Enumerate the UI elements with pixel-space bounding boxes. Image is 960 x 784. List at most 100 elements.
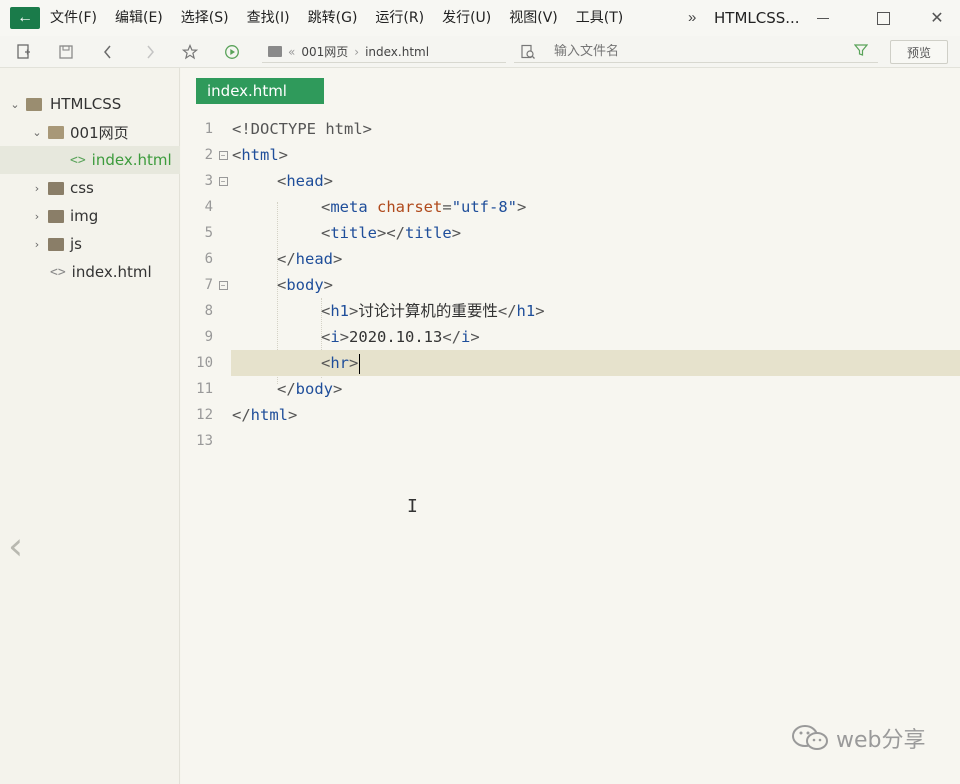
collapsed-chevron-icon[interactable]: › xyxy=(32,210,42,223)
tool-bar: « 001网页 › index.html 预览 xyxy=(0,36,960,68)
html-file-icon: <> xyxy=(70,152,86,168)
tree-item-folder-css[interactable]: › css xyxy=(0,174,180,202)
collapsed-chevron-icon[interactable]: › xyxy=(32,238,42,251)
tree-item-label: img xyxy=(70,207,99,225)
menu-bar: ← 文件(F) 编辑(E) 选择(S) 查找(I) 跳转(G) 运行(R) 发行… xyxy=(0,0,960,36)
line-number: 1 xyxy=(204,121,213,137)
double-chevron-icon[interactable]: » xyxy=(688,0,696,36)
maximize-icon xyxy=(876,11,890,25)
menu-goto[interactable]: 跳转(G) xyxy=(299,0,367,36)
tree-item-folder-img[interactable]: › img xyxy=(0,202,180,230)
line-number: 3 xyxy=(204,173,213,189)
code-line[interactable]: <h1>讨论计算机的重要性</h1> xyxy=(321,298,545,324)
tree-item-label: index.html xyxy=(91,151,172,169)
minimize-button[interactable] xyxy=(800,0,846,36)
breadcrumb-file[interactable]: index.html xyxy=(365,45,429,59)
forward-icon[interactable] xyxy=(140,42,160,62)
line-number: 6 xyxy=(204,251,213,267)
code-line[interactable]: <!DOCTYPE html> xyxy=(232,116,372,142)
project-folder-icon xyxy=(26,97,42,111)
wechat-logo-icon xyxy=(792,725,828,750)
project-sidebar: ⌄ HTMLCSS ⌄ 001网页 <> index.html › css › … xyxy=(0,68,180,784)
folder-icon xyxy=(268,46,282,57)
collapsed-chevron-icon[interactable]: › xyxy=(32,182,42,195)
breadcrumb-separator-icon: › xyxy=(354,44,360,59)
watermark-text: web分享 xyxy=(836,728,926,753)
line-number: 13 xyxy=(196,433,213,449)
menu-publish[interactable]: 发行(U) xyxy=(433,0,500,36)
menu-file[interactable]: 文件(F) xyxy=(50,0,106,36)
fold-toggle-icon[interactable]: − xyxy=(217,272,229,298)
fold-toggle-icon[interactable]: − xyxy=(217,168,229,194)
search-file-icon xyxy=(520,44,536,63)
code-line[interactable]: <body> xyxy=(277,272,333,298)
menu-view[interactable]: 视图(V) xyxy=(500,0,567,36)
tree-item-label: css xyxy=(70,179,94,197)
tree-item-label: js xyxy=(70,235,82,253)
filter-icon[interactable] xyxy=(853,43,869,60)
tree-item-file-index[interactable]: <> index.html xyxy=(0,258,180,286)
run-icon[interactable] xyxy=(222,42,242,62)
line-number: 9 xyxy=(204,329,213,345)
menu-find[interactable]: 查找(I) xyxy=(238,0,299,36)
code-line[interactable]: </html> xyxy=(232,402,297,428)
file-search xyxy=(514,41,878,63)
menu-select[interactable]: 选择(S) xyxy=(172,0,238,36)
fold-toggle-icon[interactable]: − xyxy=(217,142,229,168)
text-cursor xyxy=(359,353,361,374)
minimize-icon xyxy=(817,17,829,19)
code-line[interactable]: <meta charset="utf-8"> xyxy=(321,194,526,220)
menu-run[interactable]: 运行(R) xyxy=(366,0,433,36)
close-icon: ✕ xyxy=(930,10,944,27)
collapse-sidebar-chevron-icon[interactable]: ‹ xyxy=(8,524,23,568)
code-line[interactable]: <head> xyxy=(277,168,333,194)
main-menu: 文件(F) 编辑(E) 选择(S) 查找(I) 跳转(G) 运行(R) 发行(U… xyxy=(50,0,632,36)
breadcrumb-chevron-icon: « xyxy=(288,44,296,59)
line-number: 10 xyxy=(196,355,213,371)
menu-tools[interactable]: 工具(T) xyxy=(567,0,632,36)
file-search-input[interactable] xyxy=(554,44,834,59)
menu-edit[interactable]: 编辑(E) xyxy=(106,0,172,36)
tree-item-label: 001网页 xyxy=(70,123,129,142)
line-number: 12 xyxy=(196,407,213,423)
code-line[interactable]: <title></title> xyxy=(321,220,461,246)
line-number: 11 xyxy=(196,381,213,397)
line-number: 2 xyxy=(204,147,213,163)
code-line[interactable]: </body> xyxy=(277,376,342,402)
expand-chevron-icon[interactable]: ⌄ xyxy=(32,126,42,139)
preview-button[interactable]: 预览 xyxy=(890,40,948,64)
folder-icon xyxy=(48,237,64,251)
line-number: 5 xyxy=(204,225,213,241)
save-icon[interactable] xyxy=(56,42,76,62)
tab-index-html[interactable]: index.html xyxy=(196,78,324,104)
code-editor[interactable]: index.html 1 <!DOCTYPE html> 2 − <html> … xyxy=(181,68,960,784)
code-line-current[interactable]: <hr> xyxy=(321,350,361,376)
watermark: web分享 xyxy=(790,722,926,754)
tree-item-file-index-selected[interactable]: <> index.html xyxy=(0,146,180,174)
mouse-ibeam-cursor-icon: I xyxy=(407,496,418,517)
tree-item-project-htmlcss[interactable]: ⌄ HTMLCSS xyxy=(0,90,180,118)
app-logo-back-icon[interactable]: ← xyxy=(10,7,40,29)
close-button[interactable]: ✕ xyxy=(914,0,960,36)
line-number: 7 xyxy=(204,277,213,293)
back-icon[interactable] xyxy=(98,42,118,62)
new-file-icon[interactable] xyxy=(14,42,34,62)
open-folder-icon xyxy=(48,125,64,139)
folder-icon xyxy=(48,209,64,223)
tree-item-label: index.html xyxy=(71,263,152,281)
folder-icon xyxy=(48,181,64,195)
window-title: HTMLCSS... xyxy=(714,9,800,27)
tree-item-label: HTMLCSS xyxy=(50,95,122,113)
maximize-button[interactable] xyxy=(860,0,906,36)
html-file-icon: <> xyxy=(50,264,66,280)
expand-chevron-icon[interactable]: ⌄ xyxy=(10,98,20,111)
code-line[interactable]: <i>2020.10.13</i> xyxy=(321,324,480,350)
code-line[interactable]: </head> xyxy=(277,246,342,272)
tree-item-folder-001[interactable]: ⌄ 001网页 xyxy=(0,118,180,146)
tree-item-folder-js[interactable]: › js xyxy=(0,230,180,258)
line-number: 4 xyxy=(204,199,213,215)
breadcrumb-folder[interactable]: 001网页 xyxy=(301,43,348,60)
breadcrumb: « 001网页 › index.html xyxy=(262,41,506,63)
code-line[interactable]: <html> xyxy=(232,142,288,168)
favorite-star-icon[interactable] xyxy=(180,42,200,62)
